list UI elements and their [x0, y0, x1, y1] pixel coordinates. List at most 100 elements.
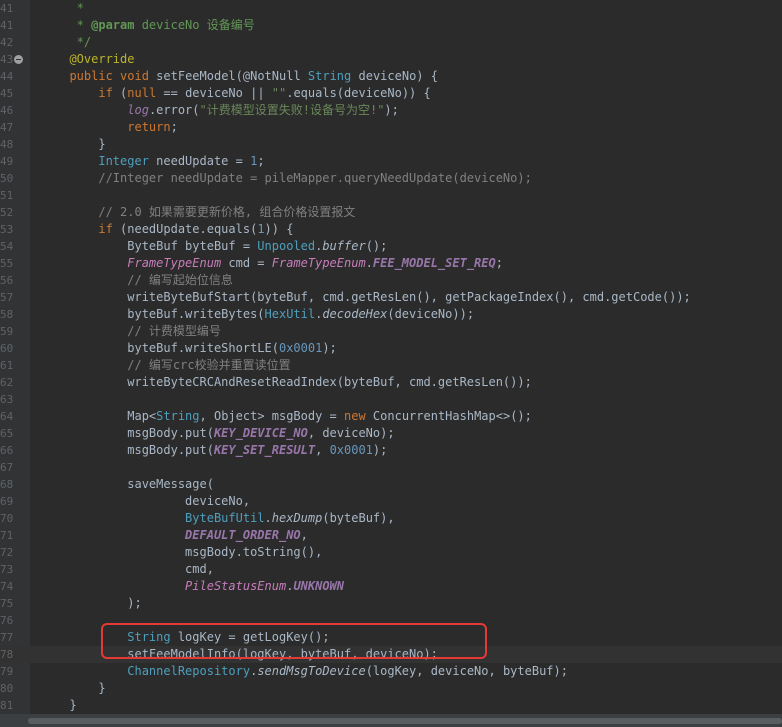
line-number: 41 — [0, 2, 14, 15]
line-number: 55 — [0, 257, 14, 270]
code-text: } — [55, 681, 106, 695]
code-line[interactable]: 71 DEFAULT_ORDER_NO, — [0, 527, 782, 544]
code-line[interactable]: 55 FrameTypeEnum cmd = FrameTypeEnum.FEE… — [0, 255, 782, 272]
line-number: 58 — [0, 308, 14, 321]
code-line[interactable]: 80 } — [0, 680, 782, 697]
code-line[interactable]: 54 ByteBuf byteBuf = Unpooled.buffer(); — [0, 238, 782, 255]
code-line[interactable]: 72 msgBody.toString(), — [0, 544, 782, 561]
code-line[interactable]: 78 setFeeModelInfo(logKey, byteBuf, devi… — [0, 646, 782, 663]
code-text: deviceNo, — [55, 494, 251, 508]
horizontal-scrollbar[interactable] — [0, 714, 782, 727]
code-line[interactable]: 44 public void setFeeModel(@NotNull Stri… — [0, 68, 782, 85]
line-number: 76 — [0, 614, 14, 627]
line-number: 43 — [0, 53, 14, 66]
code-text: if (needUpdate.equals(1)) { — [98, 222, 294, 236]
code-text: writeByteCRCAndResetReadIndex(byteBuf, c… — [55, 375, 532, 389]
code-line[interactable]: 59 // 计费模型编号 — [0, 323, 782, 340]
code-line[interactable]: 57 writeByteBufStart(byteBuf, cmd.getRes… — [0, 289, 782, 306]
code-line[interactable]: 49 Integer needUpdate = 1; — [0, 153, 782, 170]
code-line[interactable]: 70 ByteBufUtil.hexDump(byteBuf), — [0, 510, 782, 527]
code-text: public void setFeeModel(@NotNull String … — [69, 69, 438, 83]
code-text: } — [55, 698, 77, 712]
line-number: 69 — [0, 495, 14, 508]
line-number: 75 — [0, 597, 14, 610]
code-text: PileStatusEnum.UNKNOWN — [185, 579, 345, 593]
line-number: 48 — [0, 138, 14, 151]
code-line[interactable]: 81 } — [0, 697, 782, 714]
code-text: cmd, — [55, 562, 214, 576]
line-number: 44 — [0, 70, 14, 83]
code-line[interactable]: 45 if (null == deviceNo || "".equals(dev… — [0, 85, 782, 102]
code-text: * @param deviceNo 设备编号 — [55, 18, 255, 32]
line-number: 71 — [0, 529, 14, 542]
line-number: 60 — [0, 342, 14, 355]
line-number: 47 — [0, 121, 14, 134]
code-line[interactable]: 48 } — [0, 136, 782, 153]
code-line[interactable]: 41 * @param deviceNo 设备编号 — [0, 17, 782, 34]
code-text: @Override — [69, 52, 135, 66]
code-line[interactable]: 46 log.error("计费模型设置失败!设备号为空!"); — [0, 102, 782, 119]
code-line[interactable]: 62 writeByteCRCAndResetReadIndex(byteBuf… — [0, 374, 782, 391]
code-line[interactable]: 76 — [0, 612, 782, 629]
code-line[interactable]: 51 — [0, 187, 782, 204]
code-line[interactable]: 65 msgBody.put(KEY_DEVICE_NO, deviceNo); — [0, 425, 782, 442]
code-text: String logKey = getLogKey(); — [127, 630, 330, 644]
code-line[interactable]: 58 byteBuf.writeBytes(HexUtil.decodeHex(… — [0, 306, 782, 323]
code-line[interactable]: 69 deviceNo, — [0, 493, 782, 510]
line-number: 57 — [0, 291, 14, 304]
code-text: // 2.0 如果需要更新价格, 组合价格设置报文 — [55, 205, 356, 219]
code-text: if (null == deviceNo || "".equals(device… — [98, 86, 431, 100]
code-line[interactable]: 77 String logKey = getLogKey(); — [0, 629, 782, 646]
line-number: 51 — [0, 189, 14, 202]
scrollbar-thumb[interactable] — [28, 718, 782, 724]
line-number: 42 — [0, 36, 14, 49]
line-number: 45 — [0, 87, 14, 100]
code-line[interactable]: 64 Map<String, Object> msgBody = new Con… — [0, 408, 782, 425]
code-text: ); — [55, 596, 142, 610]
code-editor[interactable]: 41 * 41 * @param deviceNo 设备编号 42 */43 @Ov… — [0, 0, 782, 714]
code-text: byteBuf.writeShortLE(0x0001); — [55, 341, 337, 355]
line-number: 68 — [0, 478, 14, 491]
code-text: DEFAULT_ORDER_NO, — [185, 528, 308, 542]
line-number: 53 — [0, 223, 14, 236]
code-line[interactable]: 53 if (needUpdate.equals(1)) { — [0, 221, 782, 238]
code-text: Integer needUpdate = 1; — [98, 154, 265, 168]
line-number: 49 — [0, 155, 14, 168]
code-text: saveMessage( — [55, 477, 214, 491]
code-text: msgBody.put(KEY_SET_RESULT, 0x0001); — [55, 443, 388, 457]
code-line[interactable]: 66 msgBody.put(KEY_SET_RESULT, 0x0001); — [0, 442, 782, 459]
code-line[interactable]: 73 cmd, — [0, 561, 782, 578]
code-line[interactable]: 67 — [0, 459, 782, 476]
code-line[interactable]: 56 // 编写起始位信息 — [0, 272, 782, 289]
line-number: 77 — [0, 631, 14, 644]
code-line[interactable]: 61 // 编写crc校验并重置读位置 — [0, 357, 782, 374]
code-line[interactable]: 60 byteBuf.writeShortLE(0x0001); — [0, 340, 782, 357]
code-text: * — [55, 1, 84, 15]
code-text: Map<String, Object> msgBody = new Concur… — [55, 409, 532, 423]
code-text: */ — [55, 35, 92, 49]
code-line[interactable]: 43 @Override — [0, 51, 782, 68]
line-number: 64 — [0, 410, 14, 423]
line-number: 79 — [0, 665, 14, 678]
code-text: } — [55, 137, 106, 151]
code-line[interactable]: 79 ChannelRepository.sendMsgToDevice(log… — [0, 663, 782, 680]
code-line[interactable]: 68 saveMessage( — [0, 476, 782, 493]
code-line[interactable]: 50 //Integer needUpdate = pileMapper.que… — [0, 170, 782, 187]
code-line[interactable]: 41 * — [0, 0, 782, 17]
code-text: setFeeModelInfo(logKey, byteBuf, deviceN… — [55, 647, 438, 661]
line-number: 56 — [0, 274, 14, 287]
code-line[interactable]: 63 — [0, 391, 782, 408]
code-text: byteBuf.writeBytes(HexUtil.decodeHex(dev… — [55, 307, 475, 321]
code-line[interactable]: 74 PileStatusEnum.UNKNOWN — [0, 578, 782, 595]
code-text: FrameTypeEnum cmd = FrameTypeEnum.FEE_MO… — [127, 256, 503, 270]
code-text: // 编写crc校验并重置读位置 — [55, 358, 291, 372]
line-number: 54 — [0, 240, 14, 253]
code-line[interactable]: 42 */ — [0, 34, 782, 51]
code-line[interactable]: 47 return; — [0, 119, 782, 136]
code-line[interactable]: 52 // 2.0 如果需要更新价格, 组合价格设置报文 — [0, 204, 782, 221]
code-line[interactable]: 75 ); — [0, 595, 782, 612]
line-number: 70 — [0, 512, 14, 525]
line-number: 62 — [0, 376, 14, 389]
line-number: 61 — [0, 359, 14, 372]
fold-icon[interactable] — [14, 55, 23, 64]
